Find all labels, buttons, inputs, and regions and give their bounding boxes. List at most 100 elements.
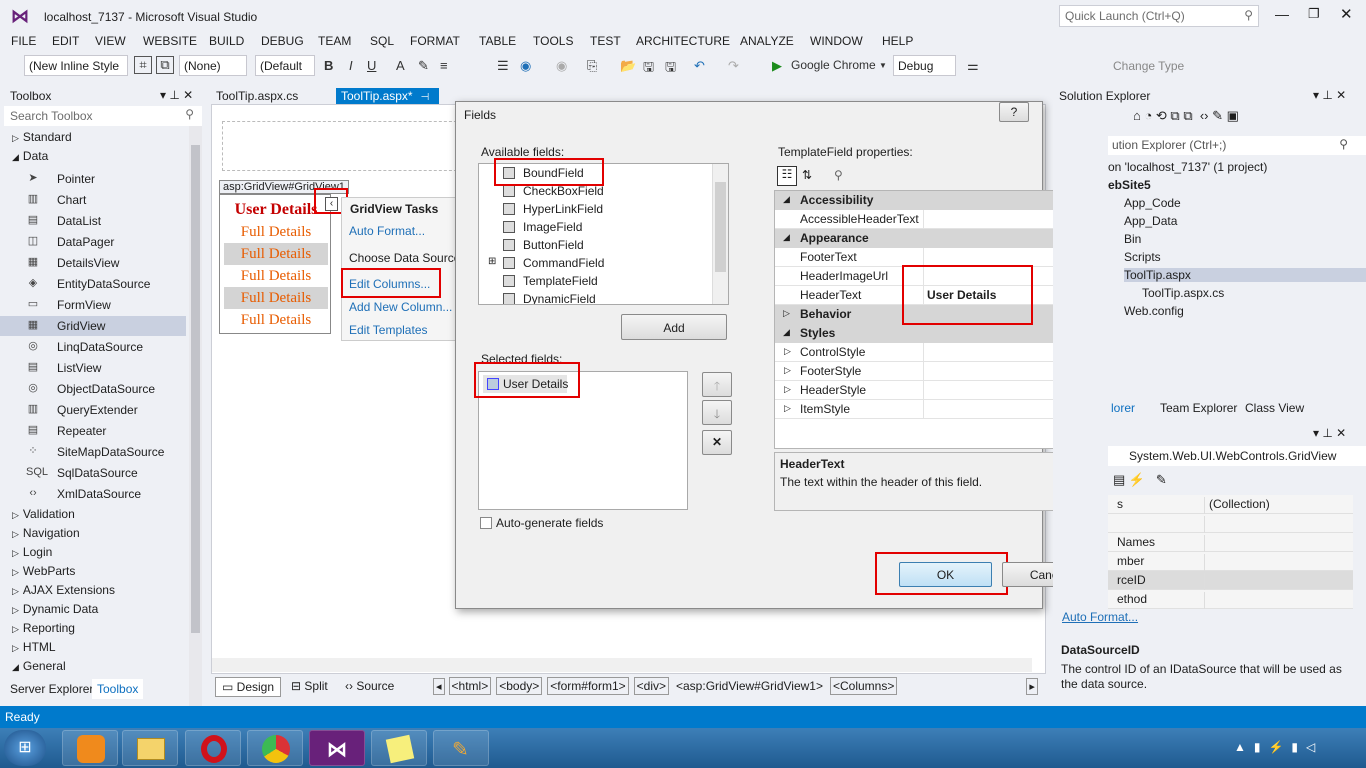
change-type-label[interactable]: Change Type — [1113, 59, 1184, 73]
editor-hscroll[interactable] — [212, 658, 1032, 672]
toolbox-tab[interactable]: Toolbox — [92, 679, 144, 699]
menu-test[interactable]: TEST — [590, 34, 621, 48]
split-view-tab[interactable]: ⊟ Split — [291, 679, 328, 693]
toolbox-group[interactable]: ▷ Login — [12, 545, 52, 559]
menu-table[interactable]: TABLE — [479, 34, 516, 48]
toolbox-group[interactable]: ▷ WebParts — [12, 564, 75, 578]
toolbox-item-repeater[interactable]: ▤ Repeater — [0, 421, 186, 441]
toolbox-group[interactable]: ▷ Validation — [12, 507, 75, 521]
breadcrumb-item[interactable]: <form#form1> — [547, 677, 629, 695]
property-row[interactable]: ▷ HeaderStyle — [775, 381, 1091, 400]
breadcrumb-item[interactable]: <body> — [496, 677, 543, 695]
menu-window[interactable]: WINDOW — [810, 34, 863, 48]
breadcrumb-item[interactable]: <asp:GridView#GridView1> — [674, 678, 825, 694]
toolbox-item-formview[interactable]: ▭ FormView — [0, 295, 186, 315]
style-combo[interactable]: (New Inline Style — [24, 55, 128, 76]
align-icon[interactable]: ≡ — [440, 58, 448, 73]
expand-icon[interactable]: ▷ — [784, 403, 791, 414]
menu-file[interactable]: FILE — [11, 34, 36, 48]
close-button[interactable]: ✕ — [1340, 5, 1353, 23]
available-field-imagefield[interactable]: ImageField — [491, 220, 582, 238]
solution-item[interactable]: Bin — [1124, 232, 1141, 246]
task-add-new-column[interactable]: Add New Column... — [349, 300, 452, 314]
menu-website[interactable]: WEBSITE — [143, 34, 197, 48]
property-row[interactable]: AccessibleHeaderText — [775, 210, 1091, 229]
toolbox-item-queryextender[interactable]: ▥ QueryExtender — [0, 400, 186, 420]
dialog-question-button[interactable]: ? — [999, 102, 1029, 122]
toolbox-search[interactable]: Search Toolbox ⚲ — [4, 106, 202, 126]
run-icon[interactable]: ▶ — [772, 58, 782, 74]
menu-analyze[interactable]: ANALYZE — [740, 34, 794, 48]
quick-launch-input[interactable]: Quick Launch (Ctrl+Q) ⚲ — [1059, 5, 1259, 27]
properties-panel-controls-icon[interactable]: ▾ ⊥ ✕ — [1313, 426, 1346, 440]
solution-item[interactable]: ToolTip.aspx — [1124, 268, 1366, 282]
property-category[interactable]: ◢ Styles — [775, 324, 1091, 343]
toolbox-item-entitydatasource[interactable]: ◈ EntityDataSource — [0, 274, 186, 294]
solution-search[interactable]: ution Explorer (Ctrl+;) ⚲ — [1108, 136, 1366, 155]
solution-explorer-tab[interactable]: lorer — [1111, 401, 1135, 415]
collapse-icon[interactable]: ◢ — [783, 232, 790, 243]
toolbox-item-pointer[interactable]: ➤ Pointer — [0, 169, 186, 189]
browser-label[interactable]: Google Chrome — [791, 58, 876, 72]
properties-row[interactable]: s (Collection) — [1108, 495, 1353, 514]
properties-row[interactable]: ethod — [1108, 590, 1353, 609]
font-color-icon[interactable]: A — [396, 58, 405, 73]
solution-item[interactable]: Web.config — [1124, 304, 1184, 318]
properties-auto-format-link[interactable]: Auto Format... — [1062, 610, 1138, 624]
list-icon[interactable]: ☰ — [497, 58, 509, 74]
properties-row[interactable]: Names — [1108, 533, 1353, 552]
toolbox-group[interactable]: ◢ Data — [12, 149, 48, 163]
design-view-tab[interactable]: ▭ Design — [215, 677, 282, 697]
taskbar-cleaner[interactable]: ✎ — [433, 730, 489, 766]
toolbox-group[interactable]: ▷ AJAX Extensions — [12, 583, 115, 597]
menu-view[interactable]: VIEW — [95, 34, 126, 48]
breadcrumb-left-icon[interactable]: ◂ — [433, 678, 445, 695]
solution-item[interactable]: Scripts — [1124, 250, 1161, 264]
available-field-hyperlinkfield[interactable]: HyperLinkField — [491, 202, 603, 220]
move-up-button[interactable]: 🡑 — [702, 372, 732, 397]
expand-icon[interactable]: ▷ — [784, 346, 791, 357]
solution-item[interactable]: App_Code — [1124, 196, 1181, 210]
expand-icon[interactable]: ▷ — [784, 365, 791, 376]
taskbar-explorer[interactable] — [122, 730, 178, 766]
collapse-icon[interactable]: ◢ — [783, 327, 790, 338]
tab-tooltip-cs[interactable]: ToolTip.aspx.cs — [211, 88, 326, 105]
toolbox-item-detailsview[interactable]: ▦ DetailsView — [0, 253, 186, 273]
property-row[interactable]: ▷ FooterStyle — [775, 362, 1091, 381]
toolbox-item-xmldatasource[interactable]: ‹› XmlDataSource — [0, 484, 186, 504]
highlight-icon[interactable]: ✎ — [418, 58, 429, 74]
menu-sql[interactable]: SQL — [370, 34, 394, 48]
taskbar-opera[interactable] — [185, 730, 241, 766]
property-category[interactable]: ◢ Accessibility — [775, 191, 1091, 210]
task-edit-templates[interactable]: Edit Templates — [349, 323, 428, 337]
alphabetical-icon[interactable]: ⇅ — [802, 168, 812, 182]
toolbox-group[interactable]: ▷ HTML — [12, 640, 56, 654]
tab-tooltip-aspx[interactable]: ToolTip.aspx*⊣ ✕ — [336, 88, 439, 117]
toolbox-item-listview[interactable]: ▤ ListView — [0, 358, 186, 378]
toolbar-options-icon[interactable]: ⚌ — [967, 58, 979, 74]
properties-row[interactable]: rceID — [1108, 571, 1353, 590]
toolbox-group[interactable]: ▷ Standard — [12, 130, 72, 144]
properties-row[interactable]: mber — [1108, 552, 1353, 571]
toolbox-item-gridview[interactable]: ▦ GridView — [0, 316, 186, 336]
toolbox-group[interactable]: ▷ Dynamic Data — [12, 602, 98, 616]
solution-item[interactable]: App_Data — [1124, 214, 1177, 228]
toolbox-item-chart[interactable]: ▥ Chart — [0, 190, 186, 210]
breadcrumb-item[interactable]: <div> — [633, 677, 669, 695]
target-rule-icon[interactable]: ⌗ — [134, 56, 152, 74]
menu-debug[interactable]: DEBUG — [261, 34, 304, 48]
forward-icon[interactable]: ◉ — [556, 58, 567, 74]
available-scroll-thumb[interactable] — [715, 182, 726, 272]
undo-icon[interactable]: ↶ — [694, 58, 705, 74]
new-project-icon[interactable]: ⎘ — [587, 58, 597, 74]
team-explorer-tab[interactable]: Team Explorer — [1160, 401, 1237, 415]
add-button[interactable]: Add — [621, 314, 727, 340]
menu-format[interactable]: FORMAT — [410, 34, 460, 48]
toolbox-item-sqldatasource[interactable]: SQL SqlDataSource — [0, 463, 186, 483]
server-explorer-tab[interactable]: Server Explorer — [10, 682, 93, 696]
solution-item[interactable]: ebSite5 — [1108, 178, 1151, 192]
bold-button[interactable]: B — [324, 58, 333, 73]
menu-team[interactable]: TEAM — [318, 34, 351, 48]
style-app-icon[interactable]: ⧉ — [156, 56, 174, 74]
available-field-commandfield[interactable]: ⊞ CommandField — [488, 256, 604, 274]
